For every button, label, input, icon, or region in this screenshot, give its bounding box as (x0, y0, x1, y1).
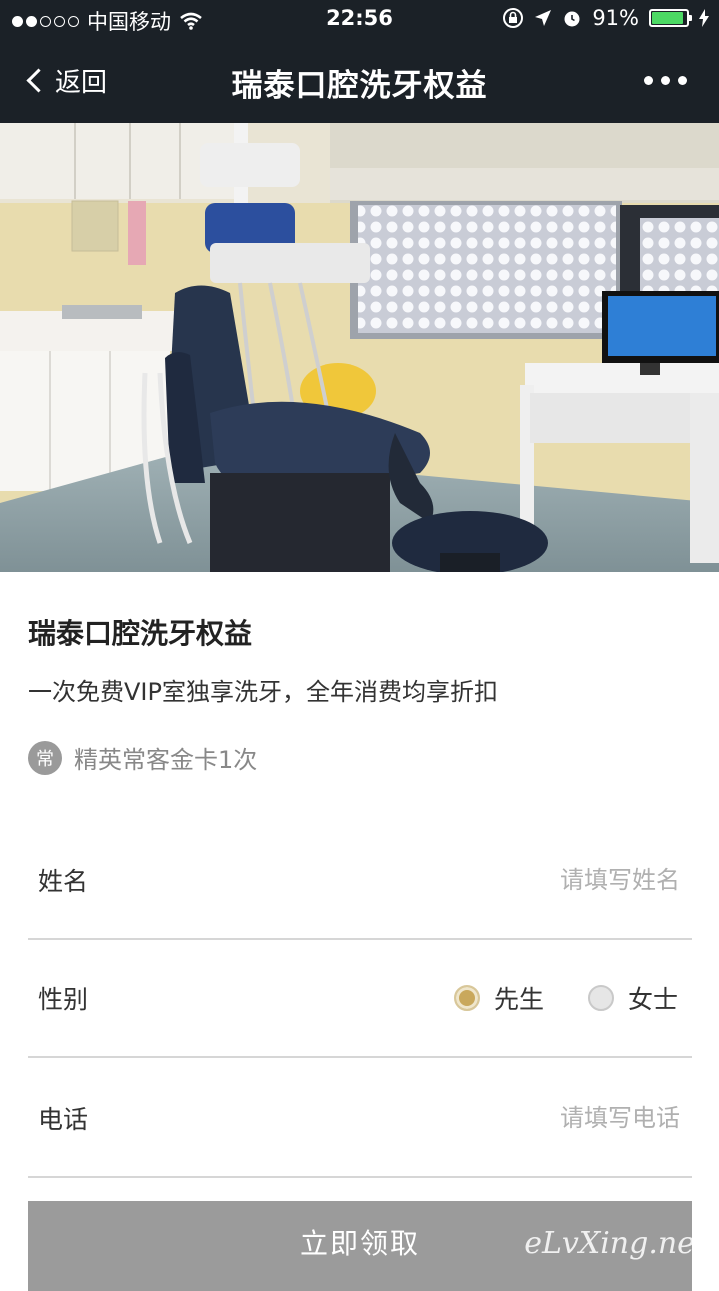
benefit-description: 一次免费VIP室独享洗牙，全年消费均享折扣 (28, 678, 498, 706)
name-label: 姓名 (38, 867, 89, 896)
battery-fill (652, 12, 683, 24)
membership-card-text: 精英常客金卡1次 (74, 746, 258, 774)
frequent-flyer-badge-icon: 常 (28, 740, 62, 775)
phone-row: 电话 (28, 1060, 692, 1178)
page-title: 瑞泰口腔洗牙权益 (231, 68, 488, 104)
status-bar: 中国移动 22:56 91% (0, 0, 719, 40)
charging-bolt-icon (699, 9, 709, 27)
more-dot-icon (678, 76, 687, 85)
rotation-lock-icon (503, 8, 524, 28)
hero-image (0, 123, 719, 572)
gender-label: 性别 (38, 985, 89, 1014)
gender-radio-group: 先生 女士 (453, 980, 678, 1016)
status-right: 91% (502, 6, 709, 30)
gender-row: 性别 先生 女士 (28, 940, 692, 1058)
gender-option-label: 女士 (627, 985, 678, 1014)
more-menu-button[interactable] (644, 76, 687, 85)
gender-option-mr[interactable]: 先生 (453, 980, 544, 1016)
battery-percent: 91% (592, 6, 639, 30)
nav-bar: 返回 瑞泰口腔洗牙权益 (0, 40, 719, 123)
watermark-text: eLvXing.net (524, 1226, 707, 1261)
more-dot-icon (644, 76, 653, 85)
phone-label: 电话 (38, 1105, 89, 1134)
name-row: 姓名 (28, 822, 692, 940)
radio-selected-icon (453, 985, 480, 1011)
membership-card-line: 常 精英常客金卡1次 (28, 740, 257, 775)
location-arrow-icon (535, 10, 552, 26)
benefit-title: 瑞泰口腔洗牙权益 (28, 617, 253, 650)
name-input[interactable] (378, 865, 682, 895)
phone-input[interactable] (378, 1103, 682, 1133)
battery-icon (649, 9, 692, 27)
alarm-clock-icon (564, 11, 580, 27)
gender-option-label: 先生 (493, 985, 544, 1014)
more-dot-icon (661, 76, 670, 85)
radio-unselected-icon (587, 985, 614, 1011)
gender-option-ms[interactable]: 女士 (587, 980, 678, 1016)
dental-clinic-photo (0, 123, 719, 572)
